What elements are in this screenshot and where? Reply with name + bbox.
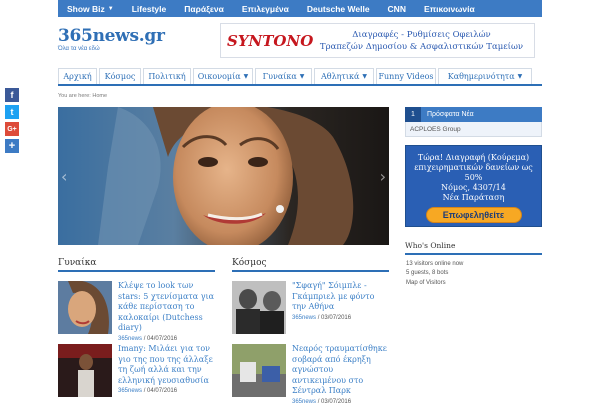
section-title-world[interactable]: Κόσμος	[232, 258, 267, 268]
site-tagline: Όλα τα νέα εδώ	[58, 46, 100, 52]
ad-line-3: Νόμος, 4307/14	[441, 183, 506, 192]
banner-line-1: Διαγραφές - Ρυθμίσεις Οφειλών	[352, 29, 491, 40]
tab-number[interactable]: 1	[405, 107, 421, 122]
top-nav-item[interactable]: Deutsche Welle	[298, 4, 379, 14]
top-nav-bar: Show Biz ▼ Lifestyle Παράξενα Επιλεγμένα …	[58, 0, 542, 17]
map-of-visitors-link[interactable]: Map of Visitors	[406, 280, 446, 286]
post-thumbnail[interactable]	[232, 281, 286, 334]
ad-line-4: Νέα Παράταση	[442, 193, 505, 202]
nav-item-home[interactable]: Αρχική	[58, 68, 97, 84]
section-divider	[58, 270, 215, 272]
nav-item-sports[interactable]: Αθλητικά ▼	[314, 68, 374, 84]
post-title[interactable]: Κλέψε το look των stars: 5 χτενίσματα γι…	[118, 281, 215, 334]
post-author[interactable]: 365news	[118, 336, 142, 342]
visitors-breakdown: 5 guests, 8 bots	[406, 270, 449, 276]
slider-next-icon[interactable]: ›	[380, 167, 386, 186]
post-author[interactable]: 365news	[292, 315, 316, 321]
section-title-woman[interactable]: Γυναίκα	[58, 258, 97, 268]
post-author[interactable]: 365news	[292, 399, 316, 405]
post-meta: 365news / 04/07/2016	[118, 388, 178, 394]
post-title[interactable]: Νεαρός τραυματίσθηκε σοβαρά από έκρηξη α…	[292, 344, 389, 397]
chevron-down-icon: ▼	[243, 73, 249, 80]
google-plus-icon[interactable]: G+	[5, 122, 19, 136]
visitors-online: 13 visitors online now	[406, 261, 464, 267]
top-nav-item[interactable]: Show Biz ▼	[58, 4, 123, 14]
post-date: 04/07/2016	[147, 388, 178, 394]
chevron-down-icon: ▼	[362, 73, 368, 80]
featured-slider[interactable]: ‹ ›	[58, 107, 389, 245]
chevron-down-icon: ▼	[299, 73, 305, 80]
post-meta: 365news / 04/07/2016	[118, 335, 178, 342]
list-item: Νεαρός τραυματίσθηκε σοβαρά από έκρηξη α…	[232, 344, 389, 405]
social-share-bar: f t G+ +	[5, 88, 19, 153]
tab-recent-news[interactable]: 1 Πρόσφατα Νέα	[405, 107, 542, 122]
list-item: Imany: Μιλάει για τον γιο της που της άλ…	[58, 344, 215, 397]
nav-item-economy[interactable]: Οικονομία ▼	[193, 68, 253, 84]
list-item: Κλέψε το look των stars: 5 χτενίσματα γι…	[58, 281, 215, 342]
post-meta: 365news / 03/07/2016	[292, 314, 352, 321]
ad-line-1: Τώρα! Διαγραφή (Κούρεμα)	[417, 153, 530, 162]
post-date: 03/07/2016	[321, 398, 352, 405]
post-title[interactable]: Imany: Μιλάει για τον γιο της που της άλ…	[118, 344, 215, 386]
nav-item-politics[interactable]: Πολιτική	[143, 68, 191, 84]
nav-item-world[interactable]: Κόσμος	[99, 68, 141, 84]
top-nav-item[interactable]: Παράξενα	[175, 4, 233, 14]
list-item[interactable]: ACPLOES Group	[405, 122, 542, 137]
nav-item-woman[interactable]: Γυναίκα ▼	[255, 68, 312, 84]
top-nav-item[interactable]: Επικοινωνία	[415, 4, 484, 14]
slider-image	[58, 107, 389, 245]
breadcrumb: You are here: Home	[58, 93, 108, 99]
main-nav: Αρχική Κόσμος Πολιτική Οικονομία ▼ Γυναίκ…	[58, 68, 542, 86]
ad-cta-button[interactable]: Επωφεληθείτε	[425, 207, 522, 223]
banner-line-2: Τραπεζών Δημοσίου & Ασφαλιστικών Ταμείων	[319, 41, 524, 52]
whos-online-title: Who's Online	[405, 241, 456, 250]
site-logo[interactable]: 365news.gr	[58, 26, 165, 46]
post-thumbnail[interactable]	[58, 281, 112, 334]
post-title[interactable]: "Σφαγή" Σόιμπλε - Γκάμπριελ με φόντο την…	[292, 281, 389, 313]
post-thumbnail[interactable]	[232, 344, 286, 397]
header-banner-ad[interactable]: SYNTONO Διαγραφές - Ρυθμίσεις Οφειλών Τρ…	[220, 23, 535, 58]
share-icon[interactable]: +	[5, 139, 19, 153]
post-thumbnail[interactable]	[58, 344, 112, 397]
nav-item-daily[interactable]: Καθημερινότητα ▼	[438, 68, 532, 84]
list-item: "Σφαγή" Σόιμπλε - Γκάμπριελ με φόντο την…	[232, 281, 389, 334]
tab-label: Πρόσφατα Νέα	[427, 111, 474, 118]
top-nav-item[interactable]: CNN	[379, 4, 415, 14]
top-nav-item[interactable]: Lifestyle	[123, 4, 176, 14]
sidebar-ad[interactable]: Τώρα! Διαγραφή (Κούρεμα) επιχειρηματικών…	[405, 145, 542, 227]
chevron-down-icon: ▼	[107, 5, 114, 12]
section-divider	[405, 253, 542, 255]
chevron-down-icon: ▼	[517, 73, 523, 80]
facebook-icon[interactable]: f	[5, 88, 19, 102]
nav-item-funny-videos[interactable]: Funny Videos	[376, 68, 436, 84]
post-date: 04/07/2016	[147, 335, 178, 342]
post-author[interactable]: 365news	[118, 388, 142, 394]
top-nav-item[interactable]: Επιλεγμένα	[233, 4, 298, 14]
slider-prev-icon[interactable]: ‹	[61, 167, 67, 186]
post-meta: 365news / 03/07/2016	[292, 398, 352, 405]
banner-brand: SYNTONO	[227, 31, 314, 50]
post-date: 03/07/2016	[321, 314, 352, 321]
sidebar-news-tabs: 1 Πρόσφατα Νέα ACPLOES Group	[405, 107, 542, 137]
twitter-icon[interactable]: t	[5, 105, 19, 119]
ad-line-2: επιχειρηματικών δανείων ως 50%	[414, 163, 533, 182]
section-divider	[232, 270, 389, 272]
